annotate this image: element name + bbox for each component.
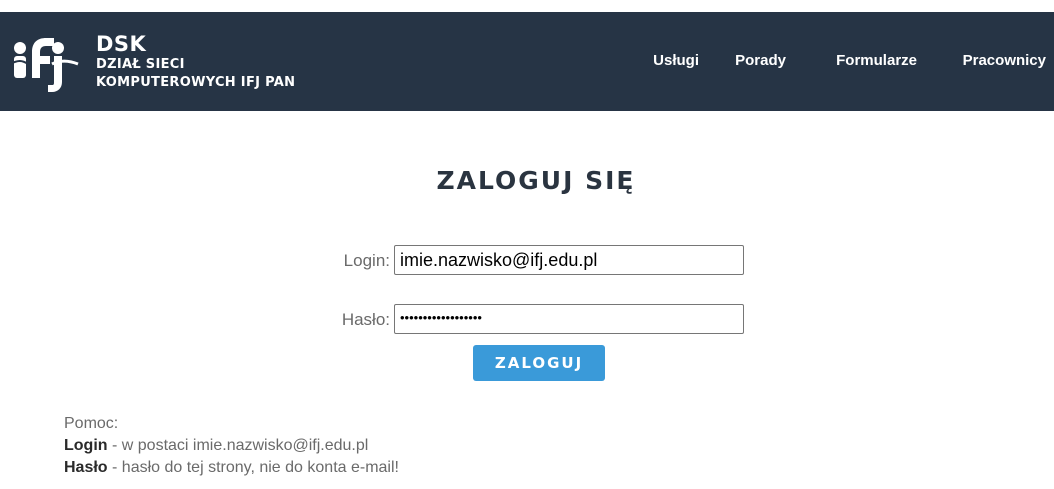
- brand-subtitle-line2: KOMPUTEROWYCH IFJ PAN: [96, 75, 296, 90]
- help-section: Pomoc: Login - w postaci imie.nazwisko@i…: [64, 413, 399, 479]
- ifj-logo-icon[interactable]: [8, 30, 80, 92]
- help-login-desc: - w postaci imie.nazwisko@ifj.edu.pl: [107, 437, 369, 454]
- help-password-term: Hasło: [64, 459, 108, 476]
- brand-block[interactable]: DSK DZIAŁ SIECI KOMPUTEROWYCH IFJ PAN: [96, 32, 295, 92]
- login-label: Login:: [343, 251, 390, 270]
- brand-title: DSK: [96, 32, 147, 56]
- nav-item-pracownicy[interactable]: Pracownicy: [963, 52, 1046, 69]
- site-header: DSK DZIAŁ SIECI KOMPUTEROWYCH IFJ PAN Us…: [0, 12, 1054, 111]
- password-input[interactable]: ••••••••••••••••••: [394, 304, 744, 334]
- help-title: Pomoc:: [64, 415, 119, 432]
- help-password-line: Hasło - hasło do tej strony, nie do kont…: [64, 457, 399, 479]
- login-input[interactable]: [394, 245, 744, 275]
- help-login-term: Login: [64, 437, 108, 454]
- nav-item-porady[interactable]: Porady: [735, 52, 786, 69]
- login-button[interactable]: ZALOGUJ: [473, 345, 605, 381]
- nav-item-formularze[interactable]: Formularze: [836, 52, 917, 69]
- help-login-line: Login - w postaci imie.nazwisko@ifj.edu.…: [64, 435, 399, 457]
- nav-item-uslugi[interactable]: Usługi: [653, 52, 699, 69]
- password-label: Hasło:: [341, 310, 390, 329]
- page-title: ZALOGUJ SIĘ: [436, 166, 636, 195]
- brand-subtitle-line1: DZIAŁ SIECI: [96, 57, 185, 72]
- help-password-desc: - hasło do tej strony, nie do konta e-ma…: [107, 459, 399, 476]
